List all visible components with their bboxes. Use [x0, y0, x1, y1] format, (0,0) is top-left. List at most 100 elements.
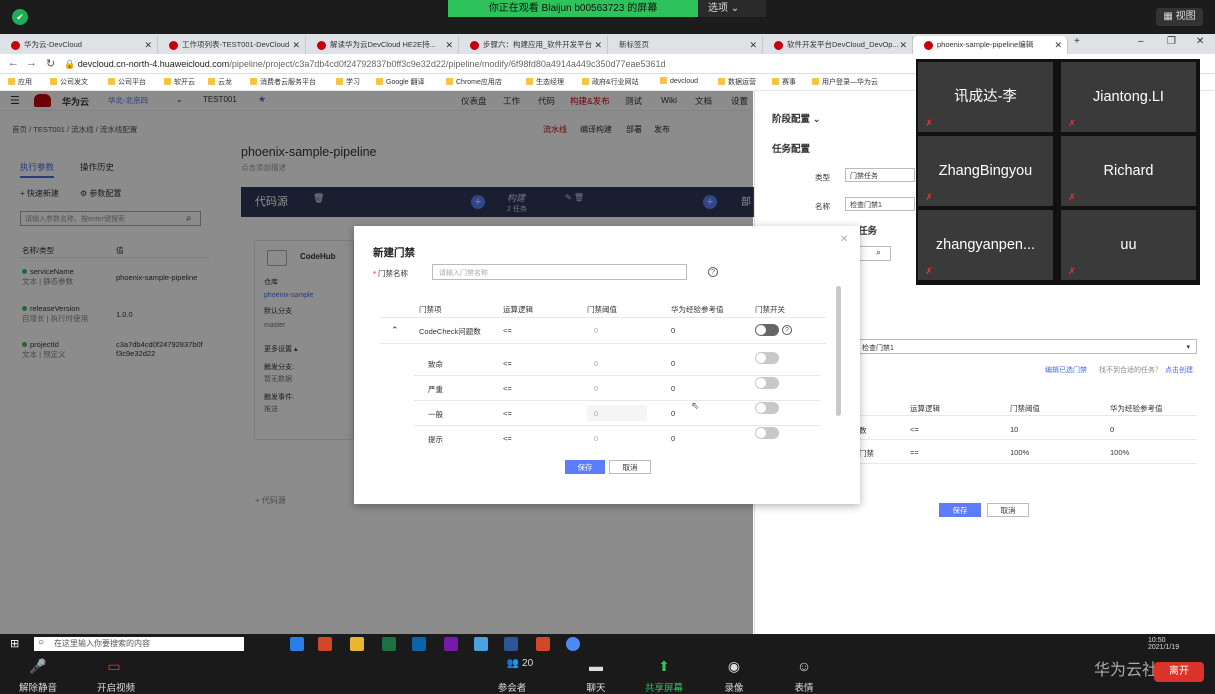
participant-tile[interactable]: Jiantong.LI ✗ [1061, 62, 1196, 132]
name-field[interactable]: 检查门禁1 [845, 197, 915, 211]
bookmark[interactable]: 软开云 [164, 77, 195, 87]
modal-cancel-button[interactable]: 取消 [609, 460, 651, 474]
participant-tile[interactable]: ZhangBingyou ✗ [918, 136, 1053, 206]
share-screen-button[interactable]: 共享屏幕 [638, 680, 690, 694]
group-toggle[interactable] [755, 324, 779, 336]
start-video-button[interactable]: 开启视频 [88, 680, 144, 694]
gate-name-input[interactable]: 请输入门禁名称 [432, 264, 687, 280]
browser-tab[interactable]: 工作项列表-TEST001-DevCloud ✕ [158, 36, 306, 54]
close-icon[interactable]: ✕ [749, 36, 757, 54]
leave-button[interactable]: 离开 [1154, 662, 1204, 682]
stage-config-header[interactable]: 阶段配置 ⌄ [772, 111, 821, 125]
edit-gate-link[interactable]: 编辑已选门禁 [1045, 365, 1087, 375]
participant-tile[interactable]: zhangyanpen... ✗ [918, 210, 1053, 280]
participant-tile[interactable]: Richard ✗ [1061, 136, 1196, 206]
bookmark[interactable]: 用户登录—华为云 [812, 77, 878, 87]
restore-icon[interactable]: ❐ [1167, 36, 1176, 47]
powerpoint-icon[interactable] [536, 637, 550, 651]
close-icon[interactable]: ✕ [594, 36, 602, 54]
back-icon[interactable]: ← [8, 57, 19, 69]
browser-tab[interactable]: 步骤六：构建应用_软件开发平台 ✕ [459, 36, 608, 54]
participants-button[interactable]: 参会者 [490, 680, 534, 694]
bookmark[interactable]: 赛事 [772, 77, 796, 87]
browser-tab[interactable]: 解读华为云DevCloud HE2E持... ✕ [306, 36, 459, 54]
new-tab-icon[interactable]: + [1074, 36, 1080, 47]
create-link[interactable]: 点击创建 [1165, 365, 1193, 375]
forward-icon[interactable]: → [26, 57, 37, 69]
onenote-icon[interactable] [444, 637, 458, 651]
browser-tab-active[interactable]: phoenix-sample-pipeline编辑 ✕ [913, 36, 1068, 54]
bookmark[interactable]: 生态经理 [526, 77, 564, 87]
huawei-logo-icon [169, 40, 178, 50]
bookmark[interactable]: devcloud [660, 77, 698, 85]
mic-muted-icon[interactable]: 🎤 [28, 658, 48, 676]
help-icon[interactable]: ? [782, 325, 792, 335]
bookmark[interactable]: 公司平台 [108, 77, 146, 87]
chat-button[interactable]: 聊天 [578, 680, 614, 694]
security-shield-icon[interactable]: ✔ [12, 9, 28, 25]
row-toggle[interactable] [755, 377, 779, 389]
close-icon[interactable]: ✕ [445, 36, 453, 54]
reload-icon[interactable]: ↻ [46, 57, 55, 70]
view-options-button[interactable]: 选项 ⌄ [698, 0, 766, 17]
task-header: 任务 [858, 226, 878, 237]
outlook-icon[interactable] [412, 637, 426, 651]
record-icon[interactable]: ◉ [724, 658, 744, 676]
bookmark[interactable]: 数据运营 [718, 77, 756, 87]
row-threshold[interactable]: 0 [594, 359, 598, 368]
browser-tab[interactable]: 新标签页 ✕ [608, 36, 763, 54]
chrome-icon[interactable] [566, 637, 580, 651]
minimize-icon[interactable]: – [1138, 36, 1144, 47]
excel-icon[interactable] [382, 637, 396, 651]
bookmark[interactable]: Google 翻译 [376, 77, 425, 87]
row-toggle[interactable] [755, 427, 779, 439]
video-off-icon[interactable]: ▭ [104, 658, 124, 676]
row-threshold[interactable]: 0 [594, 434, 598, 443]
url-field[interactable]: 🔒 devcloud.cn-north-4.huaweicloud.com/pi… [64, 57, 914, 71]
bookmark[interactable]: Chrome应用店 [446, 77, 502, 87]
app-icon[interactable] [474, 637, 488, 651]
bookmark[interactable]: 消费者云服务平台 [250, 77, 316, 87]
view-button[interactable]: ▦ 视图 [1156, 8, 1203, 26]
chat-icon[interactable]: ▬ [586, 658, 606, 676]
window-close-icon[interactable]: ✕ [1196, 36, 1204, 47]
wps-icon[interactable] [318, 637, 332, 651]
browser-tab[interactable]: 软件开发平台DevCloud_DevOp... ✕ [763, 36, 913, 54]
word-icon[interactable] [504, 637, 518, 651]
bookmark[interactable]: 学习 [336, 77, 360, 87]
modal-scrollbar[interactable] [836, 286, 841, 416]
close-icon[interactable]: ✕ [144, 36, 152, 54]
edge-icon[interactable] [290, 637, 304, 651]
help-icon[interactable]: ? [708, 267, 718, 277]
bookmark[interactable]: 云龙 [208, 77, 232, 87]
record-button[interactable]: 录像 [716, 680, 752, 694]
bookmark[interactable]: 政府&行业网站 [582, 77, 639, 87]
close-icon[interactable]: ✕ [899, 36, 907, 54]
bookmark[interactable]: 应用 [8, 77, 32, 87]
close-icon[interactable]: ✕ [1054, 36, 1062, 54]
row-toggle[interactable] [755, 352, 779, 364]
participant-tile[interactable]: uu ✗ [1061, 210, 1196, 280]
share-screen-icon[interactable]: ⬆ [654, 658, 674, 676]
type-field[interactable]: 门禁任务 [845, 168, 915, 182]
row-threshold[interactable]: 0 [594, 409, 598, 418]
browser-tab[interactable]: 华为云-DevCloud ✕ [0, 36, 158, 54]
taskbar-search[interactable]: 在这里输入你要搜索的内容 [34, 637, 244, 651]
participant-tile[interactable]: 讯成达-李 ✗ [918, 62, 1053, 132]
explorer-icon[interactable] [350, 637, 364, 651]
panel-save-button[interactable]: 保存 [939, 503, 981, 517]
panel-cancel-button[interactable]: 取消 [987, 503, 1029, 517]
windows-start-icon[interactable]: ⊞ [10, 637, 19, 650]
gate-select[interactable]: 检查门禁1 ▾ [855, 339, 1197, 354]
participants-icon[interactable]: 👥 20 [500, 658, 540, 676]
bookmark[interactable]: 公司发文 [50, 77, 88, 87]
row-threshold[interactable]: 0 [594, 384, 598, 393]
collapse-icon[interactable]: ⌃ [391, 325, 399, 336]
reactions-icon[interactable]: ☺ [794, 658, 814, 676]
close-icon[interactable]: ✕ [840, 234, 848, 245]
close-icon[interactable]: ✕ [292, 36, 300, 54]
row-toggle[interactable] [755, 402, 779, 414]
reactions-button[interactable]: 表情 [786, 680, 822, 694]
unmute-button[interactable]: 解除静音 [10, 680, 66, 694]
modal-save-button[interactable]: 保存 [565, 460, 605, 474]
